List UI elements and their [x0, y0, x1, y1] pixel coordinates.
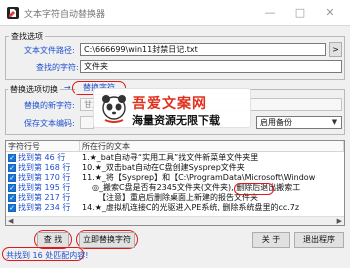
window-title: 文本字符自动替换器: [24, 10, 106, 20]
list-header: 字符行号 所在行的文本: [6, 141, 344, 152]
row-text: 14.★_虚拟机连接C的光驱进入PE系统, 删除系统盘里的cc.7z: [82, 203, 300, 212]
replace-options-title: 替换选项切换: [8, 84, 60, 95]
status-text: 共找到 16 处匹配内容!: [6, 251, 89, 260]
browse-button[interactable]: >: [329, 42, 342, 57]
scroll-right-icon[interactable]: ▶: [337, 217, 342, 225]
list-item[interactable]: ✓ 找到第 46 行 1.★_bat自动寻“实用工具”找文件新菜单文件夹里: [6, 153, 344, 163]
file-path-label: 文本文件路径:: [24, 46, 75, 55]
watermark: 吾爱文案网 海量资源无限下载: [93, 88, 251, 128]
find-text-input[interactable]: 文件夹: [80, 60, 342, 73]
row-line-number: 找到第 195 行: [18, 183, 71, 192]
replace-now-button[interactable]: 立即替换字符: [79, 232, 135, 248]
arrow-right-icon: →: [64, 83, 71, 92]
find-text-label: 查找的字符:: [36, 63, 79, 72]
encoding-label: 保存文本编码:: [24, 119, 75, 128]
new-text-label: 替换的新字符:: [24, 101, 75, 110]
horizontal-scrollbar[interactable]: ◀ ▶: [6, 216, 344, 225]
backup-select[interactable]: 启用备份 ▼: [256, 116, 342, 129]
checkbox-checked[interactable]: ✓: [8, 174, 16, 182]
scroll-left-icon[interactable]: ◀: [8, 217, 13, 225]
checkbox-checked[interactable]: ✓: [8, 194, 16, 202]
row-line-number: 找到第 46 行: [18, 153, 66, 162]
backup-select-value: 启用备份: [260, 118, 292, 127]
list-item[interactable]: ✓ 找到第 217 行 【注意】重启后删除桌面上新建的报告文件夹: [6, 193, 344, 203]
row-line-number: 找到第 234 行: [18, 203, 71, 212]
row-text: 1.★_bat自动寻“实用工具”找文件新菜单文件夹里: [82, 153, 259, 162]
chevron-down-icon: ▼: [331, 118, 338, 126]
find-button[interactable]: 查 找: [37, 232, 69, 248]
column-header-text[interactable]: 所在行的文本: [80, 141, 344, 152]
watermark-slogan: 海量资源无限下载: [132, 114, 220, 127]
row-text: 10.★_双击bat自动在C盘创建Sysprep文件夹: [82, 163, 245, 172]
row-line-number: 找到第 168 行: [18, 163, 71, 172]
about-button[interactable]: 关 于: [252, 232, 290, 248]
row-line-number: 找到第 217 行: [18, 193, 71, 202]
title-bar: 文本字符自动替换器 — □ ✕: [0, 0, 350, 26]
list-item[interactable]: ✓ 找到第 195 行 ◎_搬索C盘是否有2345文件夹(文件夹), 删除后退出…: [6, 183, 344, 193]
maximize-button[interactable]: □: [288, 3, 312, 23]
list-item[interactable]: ✓ 找到第 168 行 10.★_双击bat自动在C盘创建Sysprep文件夹: [6, 163, 344, 173]
column-header-line[interactable]: 字符行号: [6, 141, 80, 152]
encoding-select[interactable]: [80, 116, 94, 129]
row-text: 11.★_将【Sysprep】和【C:\ProgramData\Microsof…: [82, 173, 316, 182]
list-item[interactable]: ✓ 找到第 170 行 11.★_将【Sysprep】和【C:\ProgramD…: [6, 173, 344, 183]
row-text: ◎_搬索C盘是否有2345文件夹(文件夹), 删除后退出搬索工: [92, 183, 301, 192]
checkbox-checked[interactable]: ✓: [8, 164, 16, 172]
checkbox-checked[interactable]: ✓: [8, 184, 16, 192]
app-icon: [7, 7, 19, 19]
row-line-number: 找到第 170 行: [18, 173, 71, 182]
mascot-icon: [102, 95, 126, 123]
file-path-input[interactable]: C:\666699\win11封禁日记.txt: [80, 43, 326, 56]
find-options-title: 查找选项: [9, 31, 45, 42]
row-text: 【注意】重启后删除桌面上新建的报告文件夹: [98, 193, 258, 202]
watermark-site-name: 吾爱文案网: [132, 96, 207, 112]
minimize-button[interactable]: —: [258, 3, 282, 23]
close-button[interactable]: ✕: [318, 3, 342, 23]
exit-button[interactable]: 退出程序: [294, 232, 344, 248]
checkbox-checked[interactable]: ✓: [8, 204, 16, 212]
list-item[interactable]: ✓ 找到第 234 行 14.★_虚拟机连接C的光驱进入PE系统, 删除系统盘里…: [6, 203, 344, 213]
results-list[interactable]: 字符行号 所在行的文本 ✓ 找到第 46 行 1.★_bat自动寻“实用工具”找…: [5, 140, 345, 226]
match-highlight: [234, 183, 274, 195]
checkbox-checked[interactable]: ✓: [8, 154, 16, 162]
